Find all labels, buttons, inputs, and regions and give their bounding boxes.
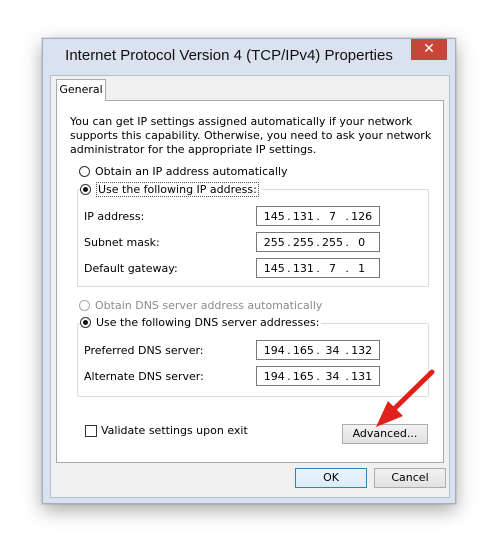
default-gateway-row: Default gateway: 145. 131. 7. 1 [84, 258, 428, 280]
octet: 145 [263, 261, 285, 275]
ip-address-input[interactable]: 145. 131. 7. 126 [256, 206, 380, 226]
radio-circle [79, 166, 90, 177]
dns-server-group: Use the following DNS server addresses: … [77, 316, 429, 397]
cancel-button[interactable]: Cancel [374, 468, 446, 488]
checkbox-box [85, 424, 97, 437]
octet: 0 [358, 235, 366, 249]
dialog-client-area: General You can get IP settings assigned… [50, 75, 450, 498]
preferred-dns-label: Preferred DNS server: [84, 344, 204, 357]
radio-obtain-dns-auto[interactable]: Obtain DNS server address automatically [79, 299, 322, 312]
octet: 34 [325, 343, 340, 357]
title-bar[interactable]: Internet Protocol Version 4 (TCP/IPv4) P… [43, 39, 455, 75]
validate-settings-label: Validate settings upon exit [101, 424, 248, 437]
radio-label: Use the following DNS server addresses: [96, 316, 320, 329]
radio-label: Use the following IP address: [96, 182, 259, 197]
octet: 132 [351, 343, 373, 357]
octet: 7 [329, 209, 337, 223]
tab-general[interactable]: General [56, 79, 106, 101]
octet: 131 [351, 369, 373, 383]
radio-label: Obtain DNS server address automatically [95, 299, 323, 312]
radio-circle-selected [80, 317, 91, 328]
octet: 34 [325, 369, 340, 383]
octet: 255 [292, 235, 314, 249]
subnet-mask-row: Subnet mask: 255. 255. 255. 0 [84, 232, 428, 254]
octet: 131 [292, 261, 314, 275]
default-gateway-label: Default gateway: [84, 262, 178, 275]
radio-use-following-ip[interactable]: Use the following IP address: [80, 182, 261, 197]
ip-address-row: IP address: 145. 131. 7. 126 [84, 206, 428, 228]
properties-dialog: Internet Protocol Version 4 (TCP/IPv4) P… [42, 38, 456, 504]
radio-label: Obtain an IP address automatically [95, 165, 288, 178]
preferred-dns-row: Preferred DNS server: 194. 165. 34. 132 [84, 340, 428, 362]
close-button[interactable]: ✕ [411, 39, 447, 60]
octet: 194 [263, 369, 285, 383]
octet: 1 [358, 261, 366, 275]
octet: 255 [322, 235, 344, 249]
validate-settings-checkbox[interactable]: Validate settings upon exit [85, 424, 248, 437]
radio-obtain-ip-auto[interactable]: Obtain an IP address automatically [79, 165, 288, 178]
octet: 194 [263, 343, 285, 357]
octet: 165 [292, 343, 314, 357]
radio-use-following-dns[interactable]: Use the following DNS server addresses: [80, 316, 322, 329]
alternate-dns-row: Alternate DNS server: 194. 165. 34. 131 [84, 366, 428, 388]
general-tab-panel: You can get IP settings assigned automat… [56, 100, 444, 463]
octet: 165 [292, 369, 314, 383]
alternate-dns-label: Alternate DNS server: [84, 370, 204, 383]
dialog-title: Internet Protocol Version 4 (TCP/IPv4) P… [65, 47, 393, 64]
radio-circle [79, 300, 90, 311]
close-icon: ✕ [423, 41, 435, 57]
default-gateway-input[interactable]: 145. 131. 7. 1 [256, 258, 380, 278]
octet: 7 [329, 261, 337, 275]
ip-address-label: IP address: [84, 210, 145, 223]
ok-button[interactable]: OK [295, 468, 367, 488]
ip-address-group: Use the following IP address: IP address… [77, 182, 429, 287]
description-text: You can get IP settings assigned automat… [70, 115, 432, 156]
alternate-dns-input[interactable]: 194. 165. 34. 131 [256, 366, 380, 386]
radio-circle-selected [80, 184, 91, 195]
preferred-dns-input[interactable]: 194. 165. 34. 132 [256, 340, 380, 360]
octet: 145 [263, 209, 285, 223]
subnet-mask-label: Subnet mask: [84, 236, 160, 249]
subnet-mask-input[interactable]: 255. 255. 255. 0 [256, 232, 380, 252]
octet: 255 [263, 235, 285, 249]
octet: 131 [292, 209, 314, 223]
octet: 126 [351, 209, 373, 223]
advanced-button[interactable]: Advanced... [342, 424, 428, 444]
